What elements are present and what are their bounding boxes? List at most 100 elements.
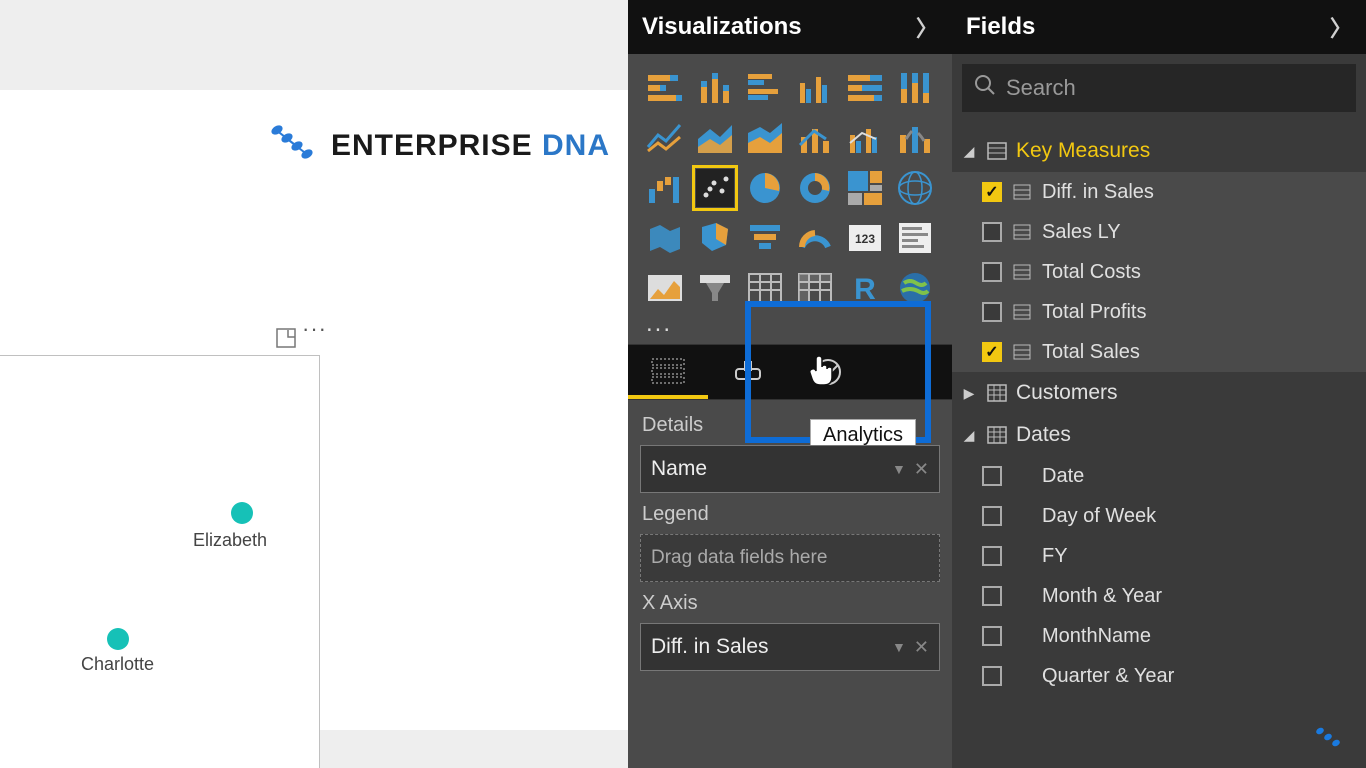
stacked-bar-icon[interactable] [643,66,687,110]
search-input[interactable]: Search [962,64,1356,112]
brand-text: ENTERPRISE DNA [331,129,610,163]
field-label: Total Sales [1042,341,1140,364]
matrix-icon[interactable] [793,266,837,310]
field-day-of-week[interactable]: Day of Week [952,496,1366,536]
remove-field-icon[interactable]: ✕ [914,459,929,480]
field-date[interactable]: Date [952,456,1366,496]
chevron-down-icon[interactable]: ▼ [892,461,906,477]
shape-map-icon[interactable] [693,216,737,260]
field-monthname[interactable]: MonthName [952,616,1366,656]
visual-toolbar: ··· [276,328,327,348]
scatter-visual[interactable]: ··· Elizabeth Charlotte [0,355,320,768]
stacked-area-icon[interactable] [743,116,787,160]
report-canvas[interactable]: ENTERPRISE DNA ··· Elizabeth Charlotte [0,0,628,768]
multirow-card-icon[interactable] [893,216,937,260]
fields-title: Fields [966,13,1035,41]
field-label: Day of Week [1042,505,1156,528]
data-label-charlotte: Charlotte [81,654,154,675]
more-visuals-button[interactable]: ... [628,310,952,344]
field-total-costs[interactable]: Total Costs [952,252,1366,292]
field-label: Date [1042,465,1084,488]
stacked-column-icon[interactable] [693,66,737,110]
details-well[interactable]: Name ▼ ✕ [640,445,940,493]
table-dates[interactable]: ◢ Dates [952,414,1366,456]
expand-icon[interactable]: ◢ [960,427,978,444]
remove-field-icon[interactable]: ✕ [914,637,929,658]
format-tab[interactable] [708,345,788,399]
data-point-elizabeth[interactable] [231,502,253,524]
brand-logo: ENTERPRISE DNA [263,120,610,171]
field-fy[interactable]: FY [952,536,1366,576]
table-key-measures[interactable]: ◢ Key Measures [952,130,1366,172]
hundred-stacked-column-icon[interactable] [893,66,937,110]
visualizations-header[interactable]: Visualizations 〉 [628,0,952,54]
more-options-icon[interactable]: ··· [302,324,327,344]
svg-text:R: R [854,273,876,306]
chevron-right-icon[interactable]: 〉 [916,11,938,43]
xaxis-well[interactable]: Diff. in Sales ▼ ✕ [640,623,940,671]
collapse-icon[interactable]: ▶ [960,385,978,402]
treemap-icon[interactable] [843,166,887,210]
checkbox-icon[interactable] [982,546,1002,566]
checkbox-icon[interactable] [982,262,1002,282]
clustered-bar-icon[interactable] [743,66,787,110]
field-total-profits[interactable]: Total Profits [952,292,1366,332]
donut-chart-icon[interactable] [793,166,837,210]
field-quarter-year[interactable]: Quarter & Year [952,656,1366,696]
xaxis-well-label: X Axis [640,588,940,617]
field-diff-in-sales[interactable]: ✓ Diff. in Sales [952,172,1366,212]
field-month-year[interactable]: Month & Year [952,576,1366,616]
arcgis-map-icon[interactable] [893,266,937,310]
r-visual-icon[interactable]: R [843,266,887,310]
gauge-icon[interactable] [793,216,837,260]
funnel-icon[interactable] [743,216,787,260]
table-icon[interactable] [743,266,787,310]
kpi-icon[interactable] [643,266,687,310]
filled-map-icon[interactable] [643,216,687,260]
field-label: MonthName [1042,625,1151,648]
line-chart-icon[interactable] [643,116,687,160]
checkbox-icon[interactable] [982,302,1002,322]
field-total-sales[interactable]: ✓ Total Sales [952,332,1366,372]
table-label: Customers [1016,381,1118,405]
field-label: Sales LY [1042,221,1121,244]
chevron-down-icon[interactable]: ▼ [892,639,906,655]
area-chart-icon[interactable] [693,116,737,160]
field-sales-ly[interactable]: Sales LY [952,212,1366,252]
checkbox-icon[interactable] [982,506,1002,526]
table-label: Key Measures [1016,139,1150,163]
waterfall-icon[interactable] [643,166,687,210]
focus-mode-icon[interactable] [276,328,296,348]
pie-chart-icon[interactable] [743,166,787,210]
fields-tab[interactable] [628,345,708,399]
viz-type-gallery: 123 R [628,54,952,310]
checkbox-checked-icon[interactable]: ✓ [982,342,1002,362]
field-label: Total Profits [1042,301,1146,324]
checkbox-icon[interactable] [982,222,1002,242]
checkbox-icon[interactable] [982,666,1002,686]
chevron-right-icon[interactable]: 〉 [1330,11,1352,43]
checkbox-icon[interactable] [982,626,1002,646]
data-point-charlotte[interactable] [107,628,129,650]
table-customers[interactable]: ▶ Customers [952,372,1366,414]
visualizations-title: Visualizations [642,13,802,41]
line-column-icon[interactable] [793,116,837,160]
measure-icon [1012,182,1032,202]
analytics-tab[interactable] [788,345,868,399]
legend-well[interactable]: Drag data fields here [640,534,940,582]
slicer-icon[interactable] [693,266,737,310]
hundred-stacked-bar-icon[interactable] [843,66,887,110]
fields-header[interactable]: Fields 〉 [952,0,1366,54]
checkbox-checked-icon[interactable]: ✓ [982,182,1002,202]
map-icon[interactable] [893,166,937,210]
card-icon[interactable]: 123 [843,216,887,260]
scatter-chart-icon[interactable] [693,166,737,210]
line-clustered-column-icon[interactable] [843,116,887,160]
clustered-column-icon[interactable] [793,66,837,110]
details-well-value: Name [651,457,707,481]
checkbox-icon[interactable] [982,466,1002,486]
field-label: Month & Year [1042,585,1162,608]
expand-icon[interactable]: ◢ [960,143,978,160]
checkbox-icon[interactable] [982,586,1002,606]
ribbon-chart-icon[interactable] [893,116,937,160]
